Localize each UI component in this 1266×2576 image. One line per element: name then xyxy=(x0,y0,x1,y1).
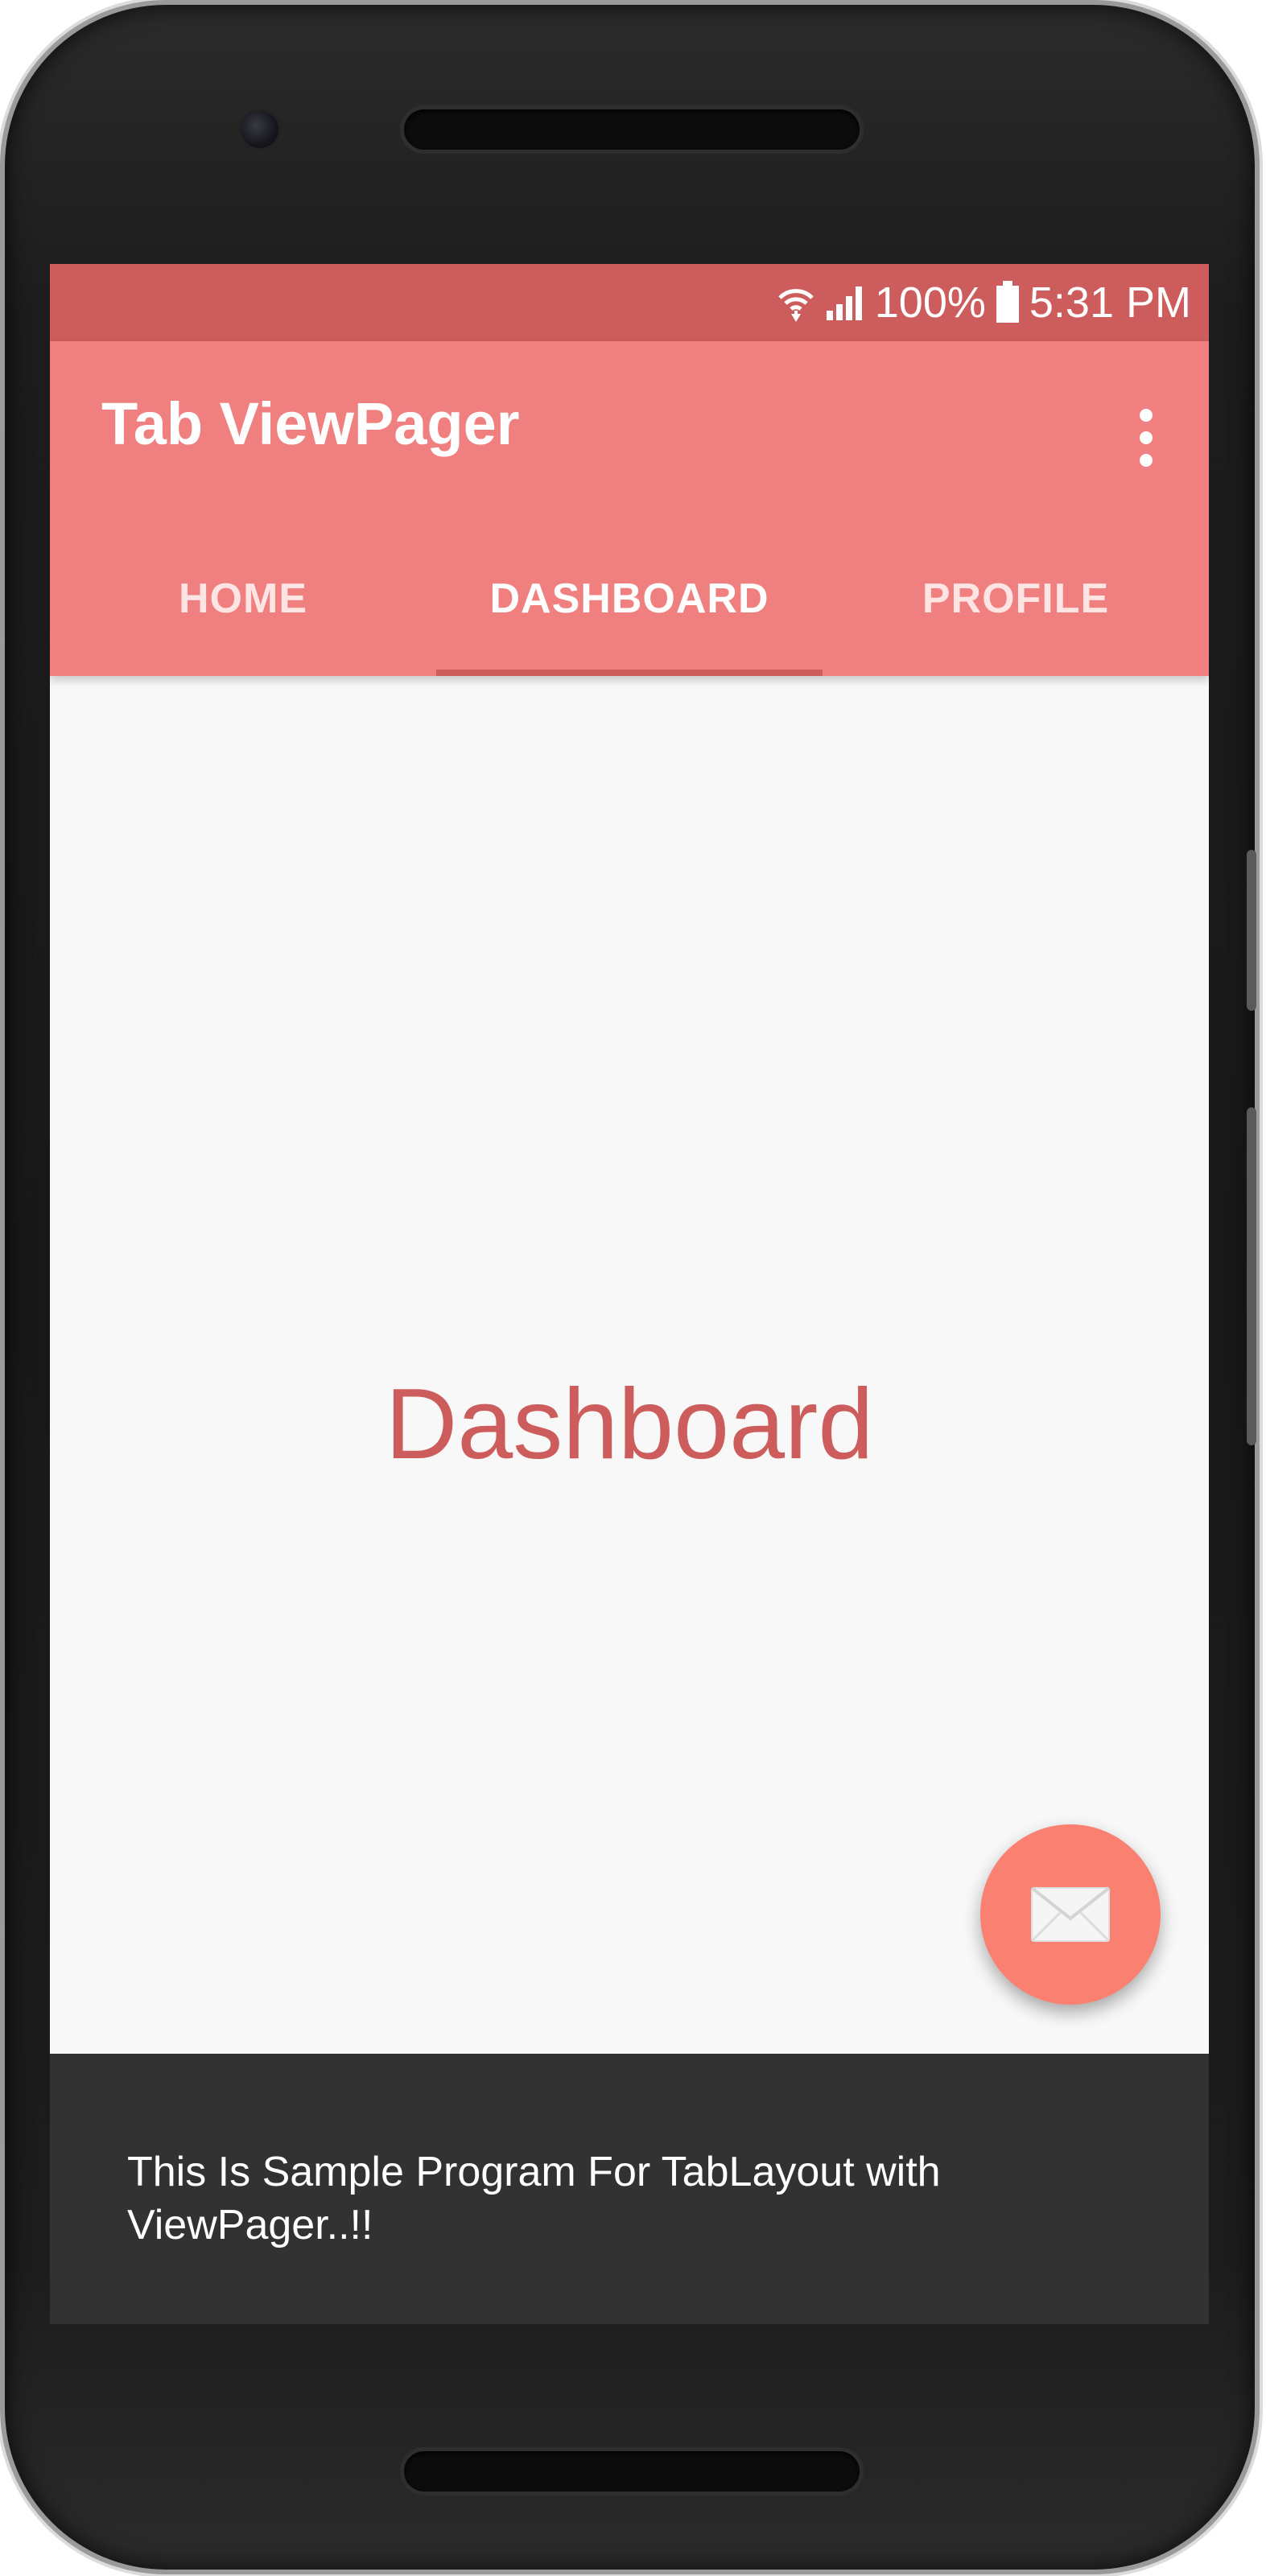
tab-home[interactable]: HOME xyxy=(50,521,436,676)
screen: 100% 5:31 PM Tab ViewPager HOME DASHBOAR… xyxy=(50,264,1209,2324)
cell-signal-icon xyxy=(825,283,865,322)
power-button xyxy=(1247,850,1256,1011)
more-vert-icon[interactable] xyxy=(1122,398,1170,478)
app-bar: Tab ViewPager HOME DASHBOARD PROFILE xyxy=(50,341,1209,676)
mail-fab-button[interactable] xyxy=(980,1824,1161,2005)
front-camera xyxy=(241,111,278,148)
page-title: Dashboard xyxy=(385,1369,874,1480)
tab-profile[interactable]: PROFILE xyxy=(823,521,1209,676)
snackbar-message: This Is Sample Program For TabLayout wit… xyxy=(127,2149,941,2248)
app-title: Tab ViewPager xyxy=(101,390,520,457)
clock: 5:31 PM xyxy=(1029,278,1191,327)
status-bar: 100% 5:31 PM xyxy=(50,264,1209,341)
snackbar: This Is Sample Program For TabLayout wit… xyxy=(50,2054,1209,2324)
top-speaker xyxy=(404,109,860,150)
battery-percent: 100% xyxy=(874,278,986,327)
mail-envelope-icon xyxy=(1030,1886,1111,1943)
wifi-icon xyxy=(777,282,815,324)
tab-indicator xyxy=(436,670,823,676)
volume-button xyxy=(1247,1107,1256,1445)
status-icons: 100% 5:31 PM xyxy=(777,264,1191,341)
tab-dashboard[interactable]: DASHBOARD xyxy=(436,521,823,676)
tab-layout: HOME DASHBOARD PROFILE xyxy=(50,521,1209,676)
battery-icon xyxy=(996,281,1020,324)
bottom-speaker xyxy=(404,2451,860,2492)
